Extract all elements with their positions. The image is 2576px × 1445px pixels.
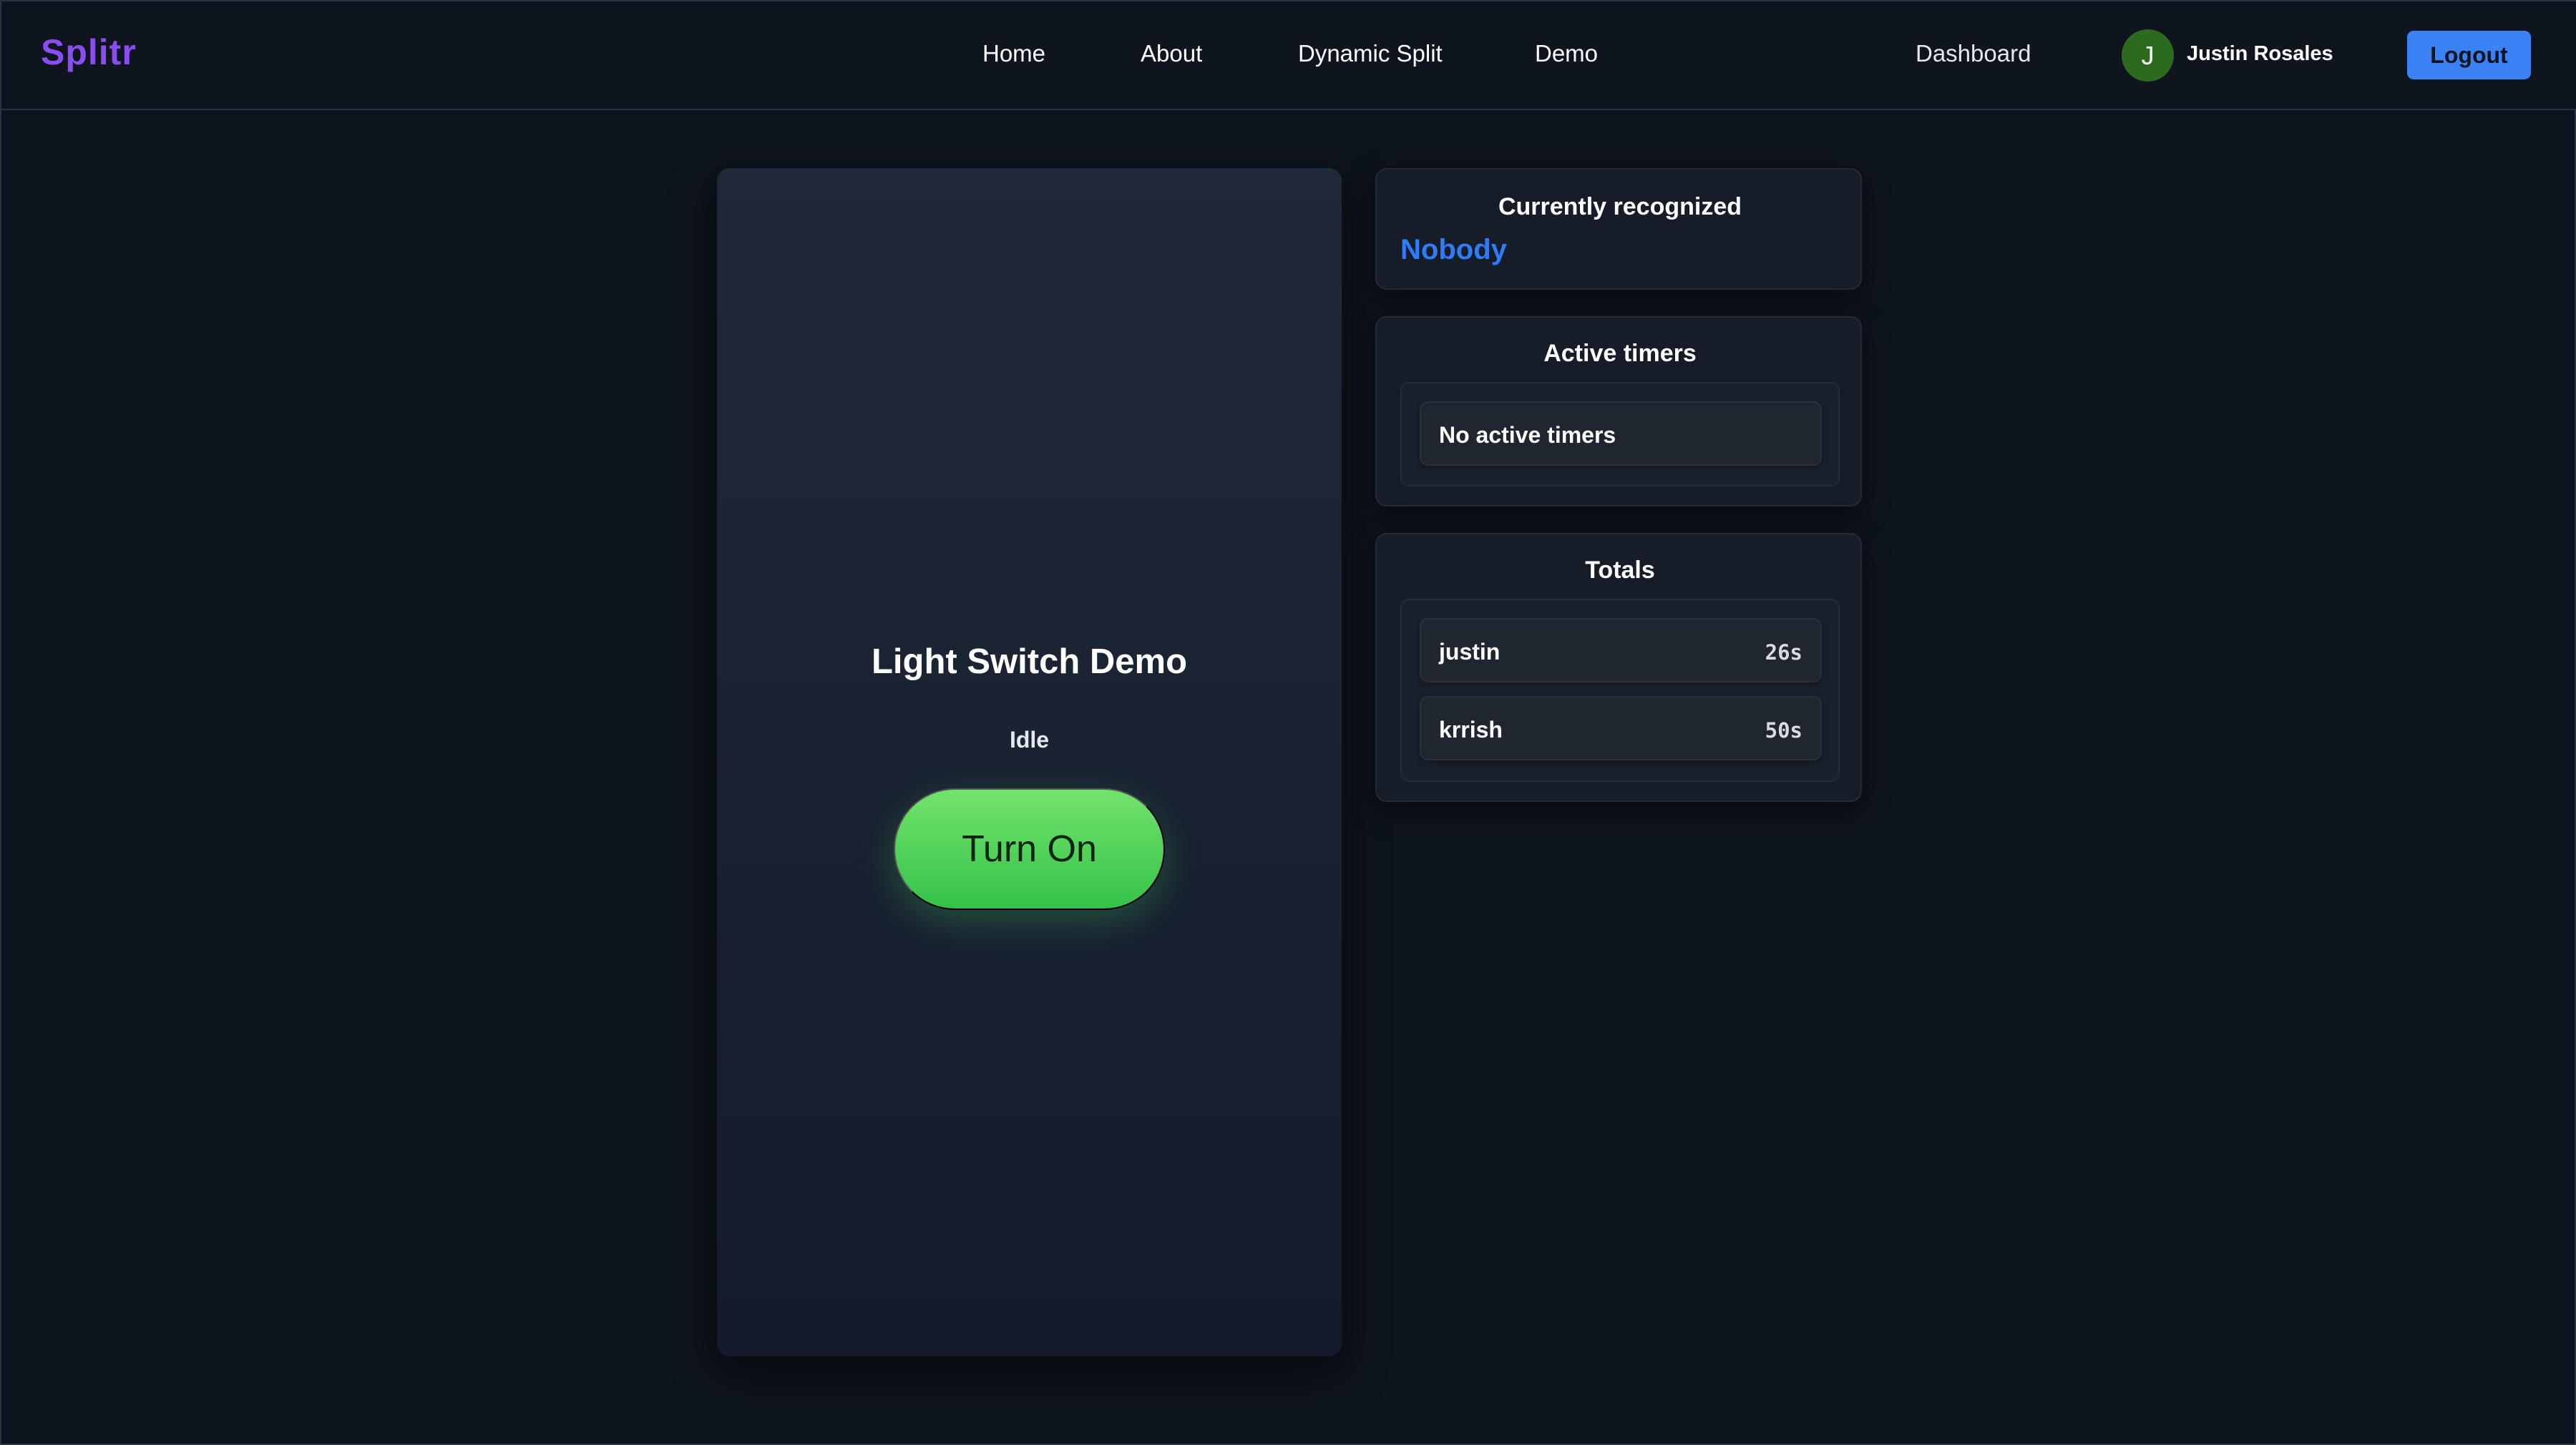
recognized-person: Nobody xyxy=(1400,234,1507,265)
list-item: krrish 50s xyxy=(1420,696,1822,760)
turn-on-button[interactable]: Turn On xyxy=(894,788,1165,910)
timers-list: No active timers xyxy=(1400,382,1840,486)
brand-logo[interactable]: Splitr xyxy=(41,31,137,73)
card-title: Currently recognized xyxy=(1498,193,1742,220)
card-title: Active timers xyxy=(1543,340,1697,367)
active-timers-card: Active timers No active timers xyxy=(1375,316,1862,506)
logout-button[interactable]: Logout xyxy=(2407,31,2531,79)
list-item: justin 26s xyxy=(1420,618,1822,682)
total-time: 26s xyxy=(1765,640,1802,665)
demo-status: Idle xyxy=(1009,727,1050,753)
nav-link-dynamic-split[interactable]: Dynamic Split xyxy=(1298,40,1443,67)
user-name: Justin Rosales xyxy=(2187,42,2333,65)
user-avatar[interactable]: J xyxy=(2122,29,2174,82)
nav-link-about[interactable]: About xyxy=(1141,40,1202,67)
empty-timers-label: No active timers xyxy=(1439,422,1616,448)
nav-link-dashboard[interactable]: Dashboard xyxy=(1916,40,2031,67)
totals-list: justin 26s krrish 50s xyxy=(1400,599,1840,782)
total-name: krrish xyxy=(1439,717,1503,743)
totals-card: Totals justin 26s krrish 50s xyxy=(1375,533,1862,802)
total-name: justin xyxy=(1439,639,1501,665)
demo-title: Light Switch Demo xyxy=(872,642,1187,681)
nav-link-demo[interactable]: Demo xyxy=(1535,40,1598,67)
card-title: Totals xyxy=(1585,557,1655,584)
list-item: No active timers xyxy=(1420,401,1822,466)
nav-link-home[interactable]: Home xyxy=(982,40,1045,67)
light-switch-demo-panel: Light Switch Demo Idle Turn On xyxy=(717,168,1342,1356)
total-time: 50s xyxy=(1765,718,1802,743)
currently-recognized-card: Currently recognized Nobody xyxy=(1375,168,1862,290)
navbar: Splitr Home About Dynamic Split Demo Das… xyxy=(1,1,2576,110)
app-window: Splitr Home About Dynamic Split Demo Das… xyxy=(0,0,2576,1445)
